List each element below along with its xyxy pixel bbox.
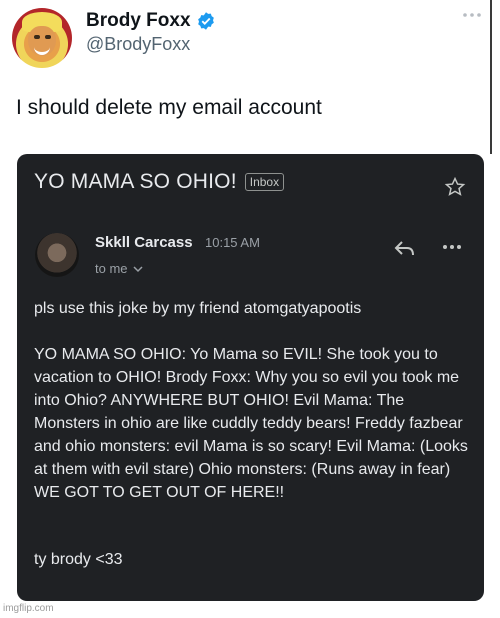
watermark: imgflip.com [3,603,54,614]
sender-avatar[interactable] [35,233,79,277]
email-subject: YO MAMA SO OHIO! [34,170,237,193]
tweet-text: I should delete my email account [16,96,322,119]
subject-row: YO MAMA SO OHIO! Inbox [34,170,285,194]
name-row: Brody Foxx [86,10,216,32]
sender-name: Skkll Carcass [95,234,193,251]
recipient-toggle[interactable]: to me [95,261,143,276]
email-time: 10:15 AM [205,235,260,250]
recipient-label: to me [95,261,128,276]
chevron-down-icon [132,265,143,272]
verified-icon [197,12,214,30]
email-signoff: ty brody <33 [34,551,123,568]
more-icon[interactable] [442,244,462,250]
tweet-header: Brody Foxx @BrodyFoxx [12,8,482,68]
divider [490,0,492,154]
star-icon[interactable] [444,176,466,198]
avatar[interactable] [12,8,72,68]
email-screenshot: YO MAMA SO OHIO! Inbox Skkll Carcass 10:… [17,154,484,601]
display-name[interactable]: Brody Foxx [86,10,191,32]
email-body-main: YO MAMA SO OHIO: Yo Mama so EVIL! She to… [34,346,468,501]
email-body-intro: pls use this joke by my friend atomgatya… [34,300,362,317]
inbox-label[interactable]: Inbox [244,173,285,191]
reply-icon[interactable] [394,239,416,257]
more-horizontal-icon[interactable] [462,10,482,20]
handle[interactable]: @BrodyFoxx [86,34,190,55]
